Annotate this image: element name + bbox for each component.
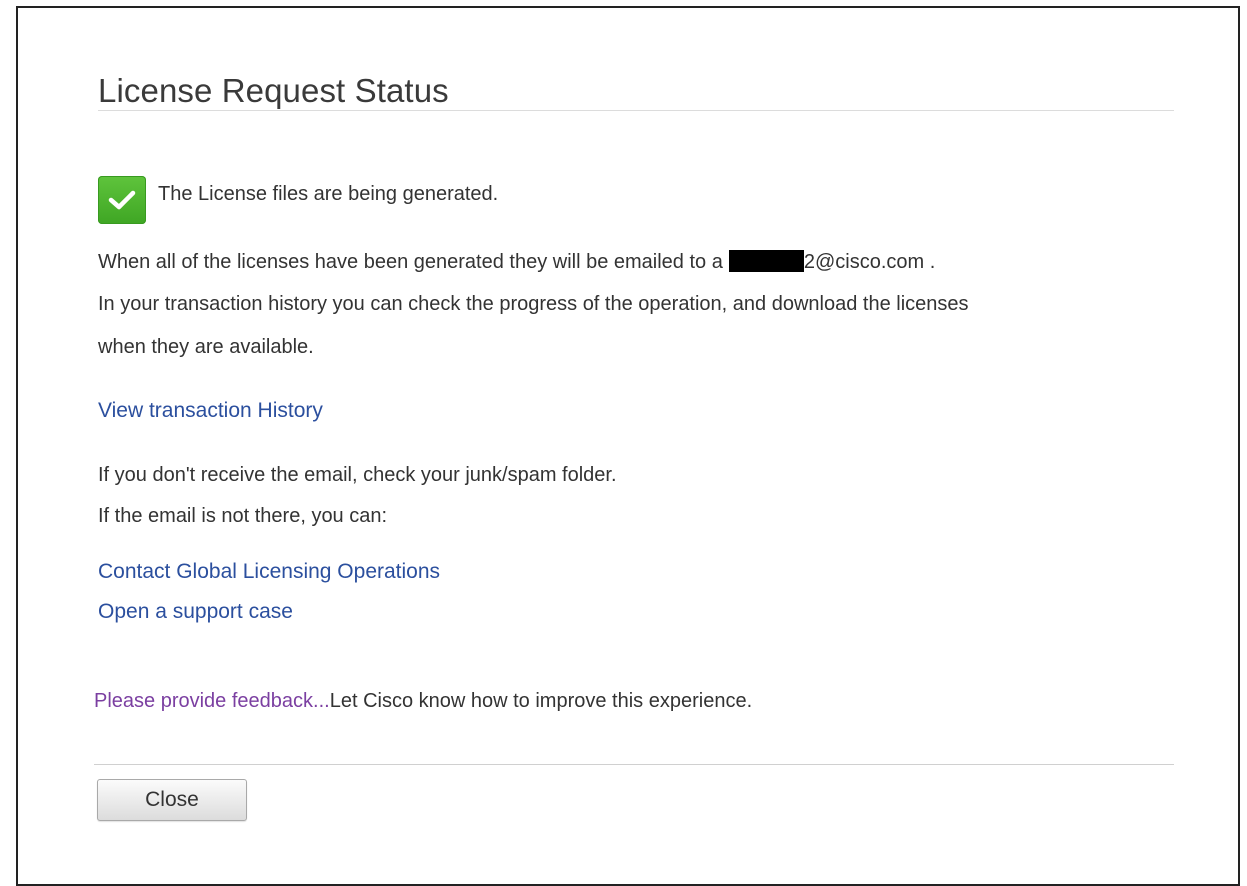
email-notice: When all of the licenses have been gener…: [98, 250, 935, 274]
email-notice-prefix: When all of the licenses have been gener…: [98, 251, 707, 273]
contact-licensing-link[interactable]: Contact Global Licensing Operations: [98, 560, 440, 584]
license-status-dialog: License Request Status The License files…: [16, 6, 1240, 886]
feedback-link[interactable]: Please provide feedback...: [94, 690, 330, 712]
view-transaction-history-link[interactable]: View transaction History: [98, 399, 323, 423]
spam-notice-line-2: If the email is not there, you can:: [98, 505, 388, 527]
page-title: License Request Status: [98, 72, 449, 109]
feedback-line: Please provide feedback...Let Cisco know…: [94, 690, 752, 713]
checkmark-icon: [98, 176, 146, 224]
footer-divider: [94, 764, 1174, 765]
status-message: The License files are being generated.: [158, 182, 499, 205]
spam-notice-line-1: If you don't receive the email, check yo…: [98, 464, 617, 486]
email-partial-char: a: [711, 251, 723, 273]
feedback-text: Let Cisco know how to improve this exper…: [329, 690, 753, 712]
open-support-case-link[interactable]: Open a support case: [98, 600, 293, 624]
history-notice-line-2: when they are available.: [98, 336, 314, 358]
history-notice-line-1: In your transaction history you can chec…: [98, 293, 969, 315]
close-button[interactable]: Close: [97, 779, 247, 821]
email-domain: 2@cisco.com .: [803, 251, 936, 273]
title-divider: [98, 110, 1174, 111]
redacted-email-block: [728, 250, 804, 272]
status-row: The License files are being generated.: [98, 176, 498, 224]
